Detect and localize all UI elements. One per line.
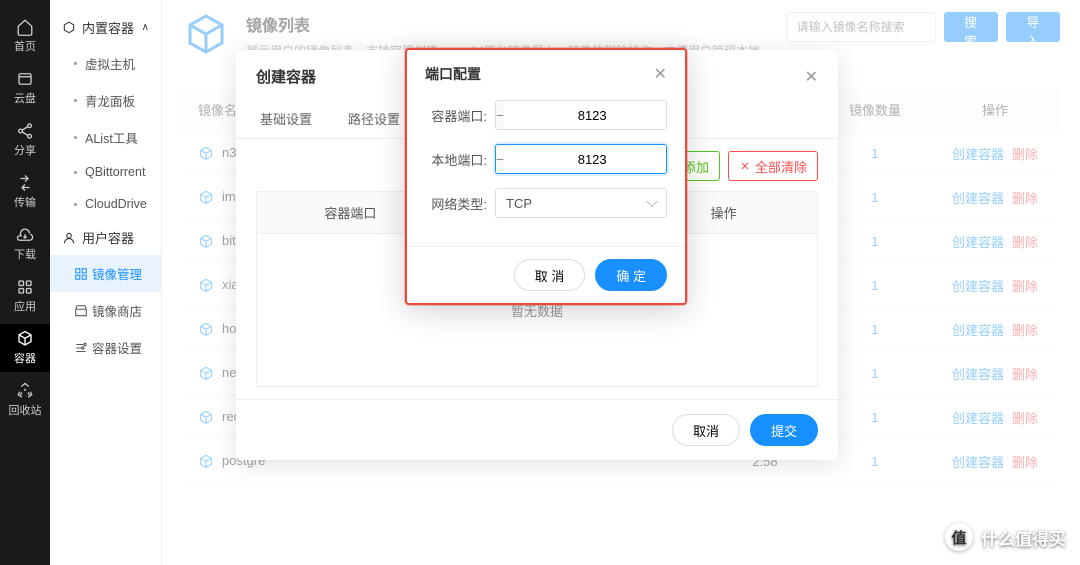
nav-recycle[interactable]: 回收站 (0, 376, 50, 424)
sidebar-item-qinglong[interactable]: 青龙面板 (50, 82, 161, 119)
sidebar-item-alist[interactable]: AList工具 (50, 119, 161, 156)
close-icon[interactable]: ✕ (654, 64, 667, 84)
sidebar-item-container-settings[interactable]: 容器设置 (50, 329, 161, 366)
submit-button[interactable]: 提交 (750, 414, 818, 446)
sidebar: 内置容器∧ 虚拟主机 青龙面板 AList工具 QBittorrent Clou… (50, 0, 162, 565)
port-modal-title: 端口配置 (425, 64, 481, 84)
nav-container[interactable]: 容器 (0, 324, 50, 372)
grid-icon (74, 267, 88, 281)
network-type-select[interactable]: TCP (495, 188, 667, 218)
chevron-up-icon: ∧ (142, 22, 149, 33)
nav-download[interactable]: 下载 (0, 220, 50, 268)
tab-path[interactable]: 路径设置 (344, 99, 404, 138)
cube-icon (62, 21, 76, 35)
sidebar-item-image-store[interactable]: 镜像商店 (50, 292, 161, 329)
close-icon[interactable]: ✕ (805, 67, 818, 87)
nav-transfer[interactable]: 传输 (0, 168, 50, 216)
cancel-button[interactable]: 取消 (672, 414, 740, 446)
store-icon (74, 304, 88, 318)
port-ok-button[interactable]: 确 定 (595, 259, 667, 291)
watermark-badge-icon: 值 (945, 523, 973, 551)
watermark: 值 什么值得买 (945, 523, 1066, 551)
local-port-input[interactable]: − + (495, 144, 667, 174)
x-icon (739, 160, 751, 172)
local-port-label: 本地端口: (425, 150, 487, 169)
decrement-button[interactable]: − (496, 101, 504, 129)
decrement-button[interactable]: − (496, 145, 504, 173)
sidebar-item-image-mgmt[interactable]: 镜像管理 (50, 255, 161, 292)
settings-icon (74, 341, 88, 355)
nav-cloud[interactable]: 云盘 (0, 64, 50, 112)
sidebar-item-clouddrive[interactable]: CloudDrive (50, 188, 161, 220)
sidebar-group-user[interactable]: 用户容器 (50, 220, 161, 255)
container-port-field[interactable] (504, 101, 667, 129)
local-port-field[interactable] (504, 145, 667, 173)
container-port-input[interactable]: − + (495, 100, 667, 130)
nav-share[interactable]: 分享 (0, 116, 50, 164)
sidebar-item-qbit[interactable]: QBittorrent (50, 156, 161, 188)
sidebar-item-vhost[interactable]: 虚拟主机 (50, 45, 161, 82)
tab-basic[interactable]: 基础设置 (256, 99, 316, 138)
nav-apps[interactable]: 应用 (0, 272, 50, 320)
nav-home[interactable]: 首页 (0, 12, 50, 60)
port-cancel-button[interactable]: 取 消 (514, 259, 586, 291)
network-type-label: 网络类型: (425, 194, 487, 213)
clear-all-button[interactable]: 全部清除 (728, 151, 818, 181)
port-config-modal: 端口配置 ✕ 容器端口: − + 本地端口: − + 网络类型: TCP 取 消… (405, 48, 687, 305)
user-icon (62, 231, 76, 245)
sidebar-group-builtin[interactable]: 内置容器∧ (50, 10, 161, 45)
container-port-label: 容器端口: (425, 106, 487, 125)
nav-rail: 首页 云盘 分享 传输 下载 应用 容器 回收站 (0, 0, 50, 565)
modal-title: 创建容器 (256, 66, 316, 87)
